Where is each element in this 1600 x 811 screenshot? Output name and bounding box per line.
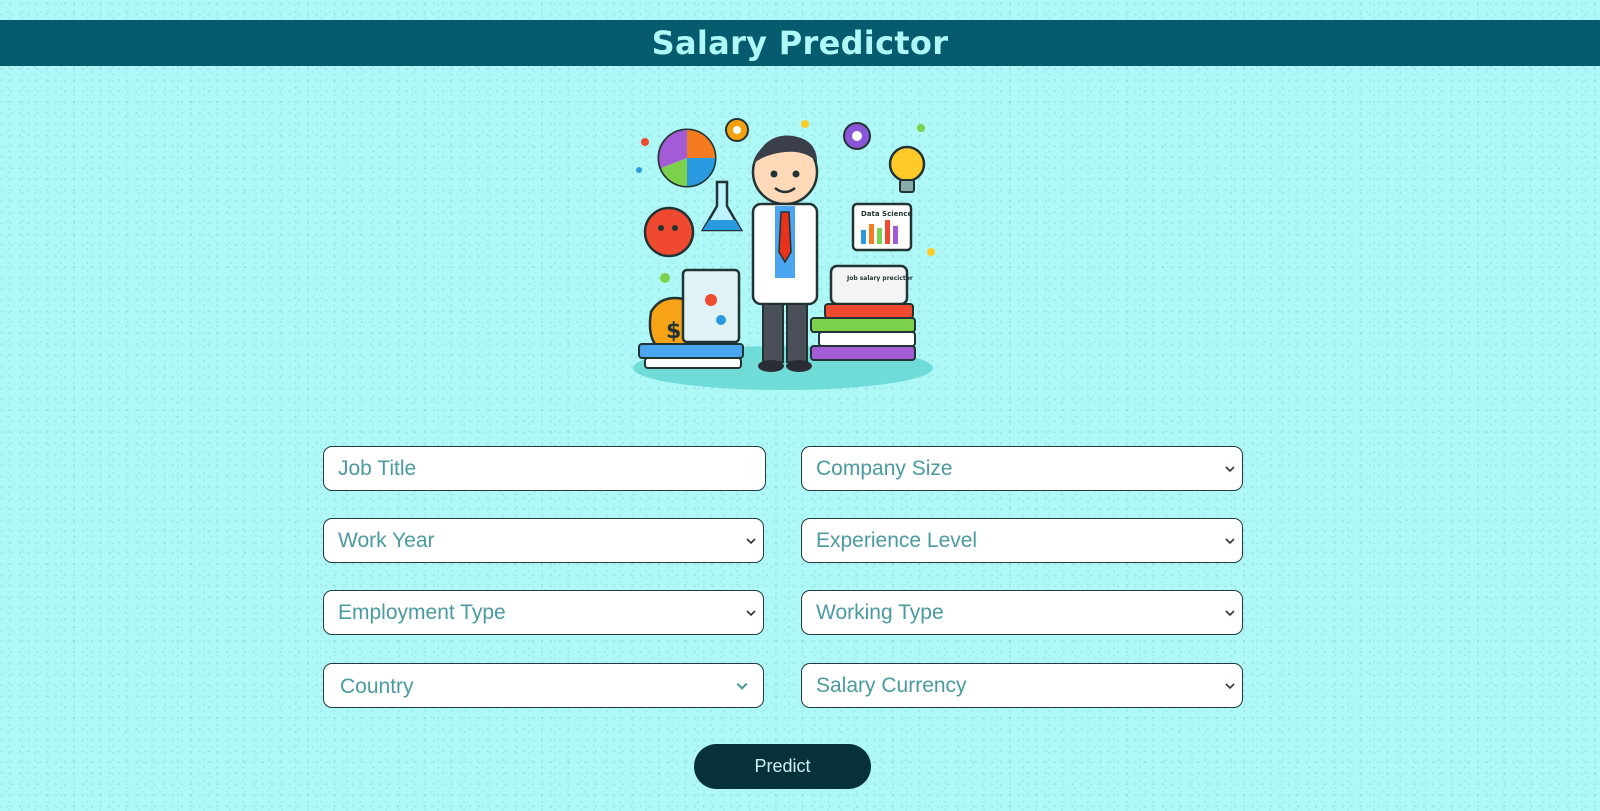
employment-type-label: Employment Type (338, 600, 506, 624)
chevron-down-icon (1225, 682, 1235, 689)
chevron-down-icon (1225, 609, 1235, 616)
company-size-label: Company Size (816, 456, 953, 480)
svg-text:$: $ (666, 319, 681, 344)
experience-level-label: Experience Level (816, 528, 978, 552)
job-title-field[interactable] (323, 446, 766, 491)
chart-monitor: Data Science (851, 202, 913, 252)
monitor-label: Data Science (861, 210, 913, 218)
books-right: Job salary precictor (810, 264, 916, 361)
working-type-label: Working Type (816, 600, 944, 624)
work-year-select[interactable]: Work Year (323, 518, 764, 563)
virus-icon (643, 206, 695, 258)
chevron-down-icon (1225, 465, 1235, 472)
flask-icon (700, 180, 744, 232)
app-header: Salary Predictor (0, 20, 1600, 66)
page-title: Salary Predictor (651, 24, 949, 62)
salary-currency-select[interactable]: Salary Currency (801, 663, 1243, 708)
chevron-down-icon (1225, 537, 1235, 544)
lab-board (681, 268, 741, 344)
box-label: Job salary precictor (846, 275, 913, 282)
country-label: Country (340, 675, 414, 698)
salary-currency-label: Salary Currency (816, 673, 967, 697)
books-left (638, 343, 744, 369)
gear-icon-purple (843, 122, 871, 150)
lightbulb-icon (888, 145, 926, 193)
work-year-label: Work Year (338, 528, 435, 552)
country-select[interactable]: Country (323, 663, 764, 708)
data-scientist-illustration: Data Science $ Job salary precictor (633, 118, 935, 390)
chevron-down-icon (736, 682, 748, 690)
job-title-input[interactable] (338, 456, 765, 481)
chevron-down-icon (746, 609, 756, 616)
gear-icon (725, 118, 749, 142)
predict-button[interactable]: Predict (694, 744, 871, 789)
employment-type-select[interactable]: Employment Type (323, 590, 764, 635)
pie-chart-icon (657, 128, 717, 188)
experience-level-select[interactable]: Experience Level (801, 518, 1243, 563)
scientist-figure (751, 135, 819, 372)
chevron-down-icon (746, 537, 756, 544)
working-type-select[interactable]: Working Type (801, 590, 1243, 635)
company-size-select[interactable]: Company Size (801, 446, 1243, 491)
